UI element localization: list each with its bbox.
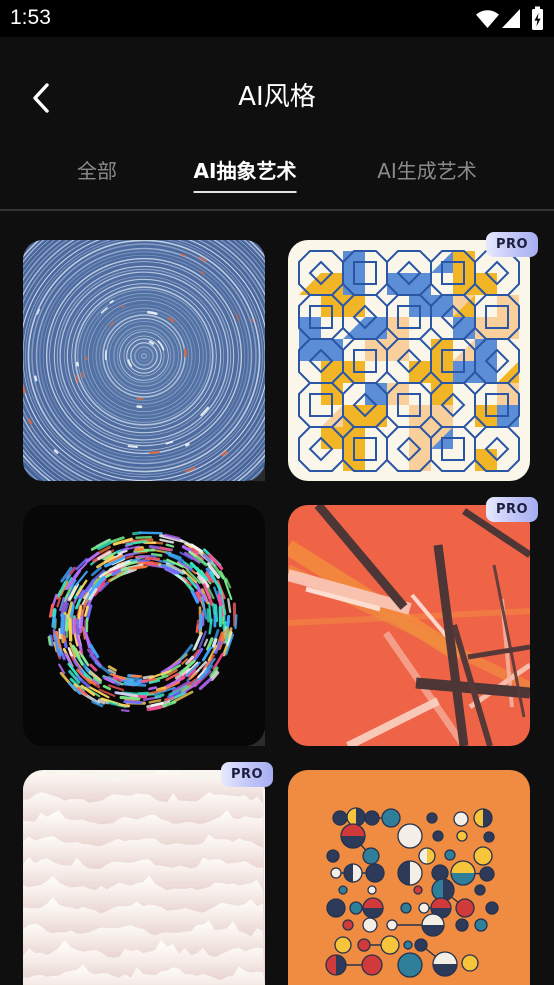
style-card[interactable]: PRO	[23, 762, 273, 985]
app-screen: 1:53 AI风格 全部 AI抽象艺术 AI生成艺术 PRO PRO PRO	[0, 0, 554, 985]
card-image	[23, 770, 265, 985]
pro-badge: PRO	[221, 762, 273, 787]
tab-ai-abstract-art[interactable]: AI抽象艺术	[193, 157, 297, 193]
tab-label: AI抽象艺术	[193, 159, 297, 183]
style-card[interactable]	[23, 505, 265, 746]
card-image	[23, 505, 265, 746]
page-title: AI风格	[238, 82, 316, 112]
style-card[interactable]: PRO	[288, 497, 538, 746]
signal-icon	[502, 9, 520, 28]
tab-label: AI生成艺术	[377, 159, 477, 183]
style-card[interactable]	[288, 770, 530, 985]
status-time: 1:53	[10, 6, 51, 29]
style-card[interactable]: PRO	[288, 232, 538, 481]
crossing-lines-artwork	[288, 505, 530, 746]
tab-all[interactable]: 全部	[77, 157, 117, 185]
card-image	[288, 240, 530, 481]
battery-charging-icon	[530, 6, 545, 30]
card-image	[288, 770, 530, 985]
tab-ai-generated-art[interactable]: AI生成艺术	[377, 157, 477, 185]
color-dash-swirl-artwork	[23, 505, 265, 746]
wifi-icon	[476, 9, 499, 28]
pro-badge: PRO	[486, 232, 538, 257]
active-tab-indicator	[193, 191, 297, 193]
pro-badge: PRO	[486, 497, 538, 522]
app-bar: AI风格	[0, 37, 554, 153]
style-card[interactable]	[23, 240, 265, 481]
card-image	[288, 505, 530, 746]
card-image	[23, 240, 265, 481]
concentric-rings-artwork	[23, 240, 265, 481]
wavy-layers-artwork	[23, 770, 265, 985]
geometric-tiles-artwork	[288, 240, 530, 481]
tabs-divider	[0, 209, 554, 211]
tab-label: 全部	[77, 159, 117, 183]
status-bar: 1:53	[0, 0, 554, 37]
connected-circles-artwork	[288, 770, 530, 985]
